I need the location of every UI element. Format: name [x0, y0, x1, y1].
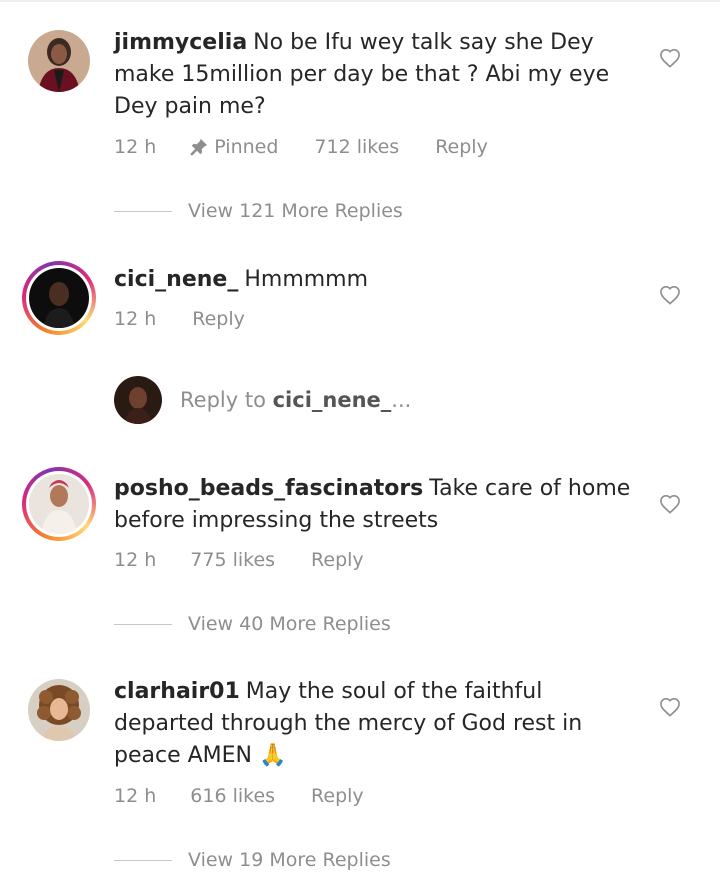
heart-icon[interactable] [659, 697, 681, 717]
avatar[interactable] [28, 679, 90, 741]
avatar-photo [29, 474, 89, 534]
comment-meta: 12 h Reply [114, 308, 245, 330]
comment-time: 12 h [114, 136, 157, 158]
comment-body: jimmycelia No be Ifu wey talk say she Dey… [114, 27, 644, 123]
view-replies-label[interactable]: View 121 More Replies [188, 200, 403, 222]
heart-icon[interactable] [659, 285, 681, 305]
reply-button[interactable]: Reply [192, 308, 245, 330]
comment-meta: 12 h Pinned 712 likes Reply [114, 136, 488, 158]
avatar[interactable] [22, 261, 96, 335]
view-replies-label[interactable]: View 19 More Replies [188, 849, 391, 871]
avatar[interactable] [22, 467, 96, 541]
comment-body: cici_nene_ Hmmmmm [114, 264, 644, 296]
replies-divider [114, 210, 172, 212]
pinned-label: Pinned [214, 136, 279, 158]
reply-to-ellipsis: ... [391, 388, 412, 412]
comment-username[interactable]: posho_beads_fascinators [114, 476, 423, 501]
reply-to-username: cici_nene_ [272, 388, 392, 412]
reply-to-prompt[interactable]: Reply to cici_nene_... [114, 376, 411, 424]
reply-button[interactable]: Reply [311, 549, 364, 571]
view-replies[interactable]: View 121 More Replies [114, 200, 403, 222]
avatar [114, 376, 162, 424]
avatar[interactable] [28, 30, 90, 92]
likes-count[interactable]: 712 likes [314, 136, 399, 158]
comment-username[interactable]: jimmycelia [114, 30, 247, 55]
comment-username[interactable]: cici_nene_ [114, 267, 238, 292]
replies-divider [114, 859, 172, 861]
comment-meta: 12 h 616 likes Reply [114, 785, 364, 807]
comment-time: 12 h [114, 308, 157, 330]
reply-button[interactable]: Reply [311, 785, 364, 807]
comment-meta: 12 h 775 likes Reply [114, 549, 364, 571]
comment-body: clarhair01 May the soul of the faithful d… [114, 676, 644, 772]
avatar-photo [29, 268, 89, 328]
avatar-photo [28, 30, 90, 92]
comment-time: 12 h [114, 785, 157, 807]
comment-username[interactable]: clarhair01 [114, 679, 240, 704]
comment-time: 12 h [114, 549, 157, 571]
comment-body: posho_beads_fascinators Take care of home… [114, 473, 644, 537]
comment-text: Hmmmmm [244, 267, 369, 292]
view-replies-label[interactable]: View 40 More Replies [188, 613, 391, 635]
view-replies[interactable]: View 19 More Replies [114, 849, 391, 871]
reply-to-prefix: Reply to [180, 388, 266, 412]
likes-count[interactable]: 775 likes [190, 549, 275, 571]
avatar-photo [28, 679, 90, 741]
avatar-ring-gap [26, 471, 92, 537]
likes-count[interactable]: 616 likes [190, 785, 275, 807]
heart-icon[interactable] [659, 494, 681, 514]
view-replies[interactable]: View 40 More Replies [114, 613, 391, 635]
pinned-badge: Pinned [190, 136, 278, 158]
pin-icon [190, 138, 208, 156]
top-divider [0, 0, 720, 2]
avatar-ring-gap [26, 265, 92, 331]
reply-button[interactable]: Reply [435, 136, 488, 158]
heart-icon[interactable] [659, 48, 681, 68]
replies-divider [114, 623, 172, 625]
